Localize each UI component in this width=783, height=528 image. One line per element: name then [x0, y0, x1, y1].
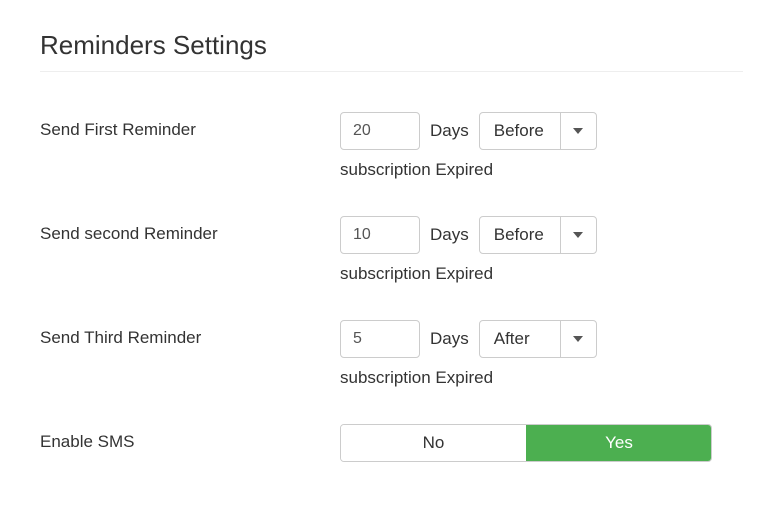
caret-down-icon[interactable] [560, 217, 596, 253]
caret-down-icon[interactable] [560, 321, 596, 357]
caret-down-icon[interactable] [560, 113, 596, 149]
inline-controls: Days Before [340, 216, 597, 254]
timing-dropdown-first[interactable]: Before [479, 112, 597, 150]
label-second-reminder: Send second Reminder [40, 216, 340, 244]
days-input-third[interactable] [340, 320, 420, 358]
row-enable-sms: Enable SMS No Yes [40, 424, 743, 462]
inline-controls: Days After [340, 320, 597, 358]
label-first-reminder: Send First Reminder [40, 112, 340, 140]
toggle-sms-yes[interactable]: Yes [526, 425, 711, 461]
row-first-reminder: Send First Reminder Days Before subscrip… [40, 112, 743, 180]
helper-first: subscription Expired [340, 160, 597, 180]
timing-dropdown-third[interactable]: After [479, 320, 597, 358]
inline-controls: Days Before [340, 112, 597, 150]
days-unit-first: Days [430, 121, 469, 141]
days-unit-third: Days [430, 329, 469, 349]
timing-value-second: Before [480, 217, 560, 253]
days-input-second[interactable] [340, 216, 420, 254]
helper-third: subscription Expired [340, 368, 597, 388]
timing-dropdown-second[interactable]: Before [479, 216, 597, 254]
timing-value-first: Before [480, 113, 560, 149]
page-title: Reminders Settings [40, 30, 743, 61]
toggle-sms-no[interactable]: No [341, 425, 526, 461]
toggle-sms: No Yes [340, 424, 712, 462]
label-third-reminder: Send Third Reminder [40, 320, 340, 348]
controls-first-reminder: Days Before subscription Expired [340, 112, 597, 180]
days-unit-second: Days [430, 225, 469, 245]
controls-second-reminder: Days Before subscription Expired [340, 216, 597, 284]
label-enable-sms: Enable SMS [40, 424, 340, 452]
controls-third-reminder: Days After subscription Expired [340, 320, 597, 388]
row-second-reminder: Send second Reminder Days Before subscri… [40, 216, 743, 284]
divider [40, 71, 743, 72]
days-input-first[interactable] [340, 112, 420, 150]
helper-second: subscription Expired [340, 264, 597, 284]
timing-value-third: After [480, 321, 560, 357]
row-third-reminder: Send Third Reminder Days After subscript… [40, 320, 743, 388]
